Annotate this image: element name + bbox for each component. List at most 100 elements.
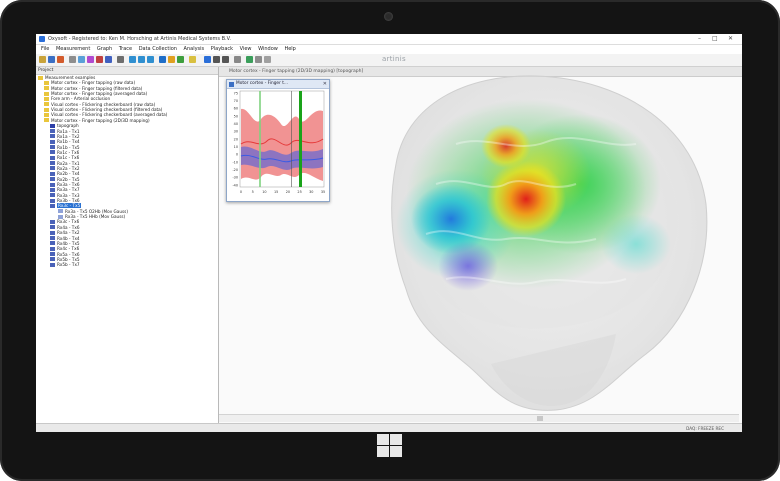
x-tick-label: 30 [309, 190, 313, 194]
y-tick-label: 10 [234, 145, 238, 149]
project-panel-title: Project [36, 67, 218, 75]
graph-plot[interactable]: 75706050403020100-10-20-30-400 5 10 15 20 25 3… [227, 89, 327, 201]
document-title-bar: Motor cortex - Finger tapping (2D/3D map… [219, 67, 742, 77]
channel-icon [50, 257, 55, 262]
marker-icon[interactable] [168, 56, 175, 63]
zoom-fit-icon[interactable] [147, 56, 154, 63]
x-tick-label: 5 [252, 190, 254, 194]
channel-icon [50, 134, 55, 139]
channel-icon [50, 246, 55, 251]
channel-icon [50, 252, 55, 257]
x-tick-label: 15 [274, 190, 278, 194]
y-tick-label: 70 [234, 99, 238, 103]
menu-view[interactable]: View [240, 46, 252, 52]
folder-icon [44, 118, 49, 123]
settings-icon[interactable] [234, 56, 241, 63]
grid-icon[interactable] [255, 56, 262, 63]
zoom-out-icon[interactable] [138, 56, 145, 63]
x-tick-label: 20 [286, 190, 290, 194]
folder-icon [44, 80, 49, 85]
cursor-line [291, 91, 292, 187]
tree-item-label: Rx3c - Tx5 [57, 203, 82, 209]
tree-item-label: topograph [57, 123, 79, 129]
tree-item-label: Rx1c - Tx6 [57, 149, 80, 155]
print-icon[interactable] [117, 56, 124, 63]
graph-close-icon[interactable]: ✕ [323, 80, 327, 88]
topograph-icon[interactable] [159, 56, 166, 63]
save-icon[interactable] [48, 56, 55, 63]
folder-icon [44, 107, 49, 112]
copy-icon[interactable] [78, 56, 85, 63]
toolbar: artinis [36, 54, 742, 67]
tree-item-label: Rx2a - Tx1 [57, 160, 80, 166]
menu-help[interactable]: Help [284, 46, 295, 52]
x-tick-label: 0 [240, 190, 242, 194]
y-tick-label: -20 [232, 168, 238, 172]
menu-bar: File Measurement Graph Trace Data Collec… [36, 45, 742, 54]
play-icon[interactable] [204, 56, 211, 63]
windows-logo-icon[interactable] [377, 434, 403, 458]
close-button[interactable]: ✕ [728, 34, 733, 44]
stop-icon[interactable] [222, 56, 229, 63]
channel-icon [50, 241, 55, 246]
layout-icon[interactable] [264, 56, 271, 63]
menu-data-collection[interactable]: Data Collection [139, 46, 177, 52]
graph-window[interactable]: Motor cortex - Finger t... ✕ 75 70 60 50 40 3… [226, 79, 330, 202]
open-icon[interactable] [39, 56, 46, 63]
project-panel: Project Measurement examples Motor cortex… [36, 67, 219, 423]
zoom-in-icon[interactable] [129, 56, 136, 63]
tree-item-label: Visual cortex - Flickering checkerboard … [51, 101, 156, 107]
menu-window[interactable]: Window [258, 46, 278, 52]
channel-icon [50, 187, 55, 192]
folder-icon [44, 91, 49, 96]
channel-icon [50, 161, 55, 166]
menu-analysis[interactable]: Analysis [184, 46, 205, 52]
y-tick-label: 75 [234, 91, 238, 95]
record-icon[interactable] [246, 56, 253, 63]
channel-icon [50, 166, 55, 171]
tree-channel[interactable]: Rx5b - Tx7 [50, 262, 80, 268]
tree-item-label: Measurement examples [45, 75, 96, 80]
channel-icon [50, 123, 55, 128]
tree-item-label: Rx1a - Tx2 [57, 133, 80, 139]
cut-icon[interactable] [69, 56, 76, 63]
document-title: Motor cortex - Finger tapping (2D/3D map… [229, 69, 364, 74]
bulb-icon[interactable] [189, 56, 196, 63]
channel-icon [58, 209, 63, 214]
tree-item-label: Rx4b - Tx4 [57, 235, 80, 241]
tree-item-label: Rx3a - Tx3 [57, 192, 80, 198]
maximize-button[interactable]: □ [712, 34, 718, 44]
horizontal-scrollbar[interactable] [219, 414, 739, 422]
minimize-button[interactable]: – [698, 34, 701, 44]
tree-item-label: Rx2a - Tx2 [57, 165, 80, 171]
redo-icon[interactable] [105, 56, 112, 63]
tree-item-label: Rx5b - Tx7 [57, 262, 80, 268]
scrollbar-thumb[interactable] [537, 416, 543, 421]
window-title: Oxysoft - Registered to: Ken M. Horschin… [48, 36, 231, 42]
menu-playback[interactable]: Playback [211, 46, 233, 52]
menu-measurement[interactable]: Measurement [56, 46, 90, 52]
app-screen: Oxysoft - Registered to: Ken M. Horschin… [36, 34, 742, 432]
folder-icon [44, 86, 49, 91]
graph-window-title-bar[interactable]: Motor cortex - Finger t... ✕ [227, 80, 329, 89]
undo-icon[interactable] [96, 56, 103, 63]
pause-icon[interactable] [213, 56, 220, 63]
channel-icon [50, 262, 55, 267]
tree-item-label: Rx4a - Tx2 [57, 230, 80, 236]
event-icon[interactable] [177, 56, 184, 63]
tree-item-label: Rx2b - Tx4 [57, 171, 80, 177]
menu-graph[interactable]: Graph [97, 46, 112, 52]
tree-item-label: Rx5a - Tx6 [57, 251, 80, 257]
channel-icon [50, 230, 55, 235]
x-tick-label: 35 [321, 190, 325, 194]
channel-icon [50, 145, 55, 150]
menu-file[interactable]: File [41, 46, 49, 52]
menu-trace[interactable]: Trace [119, 46, 132, 52]
paste-icon[interactable] [87, 56, 94, 63]
tree-item-label: Rx1b - Tx4 [57, 139, 80, 145]
channel-icon [50, 225, 55, 230]
tree-item-label: Fore arm - Arterial occlusion [51, 96, 111, 102]
tree-item-label: Rx4b - Tx5 [57, 240, 80, 246]
new-icon[interactable] [57, 56, 64, 63]
tree-item-label: Rx3c - Tx6 [57, 219, 80, 225]
